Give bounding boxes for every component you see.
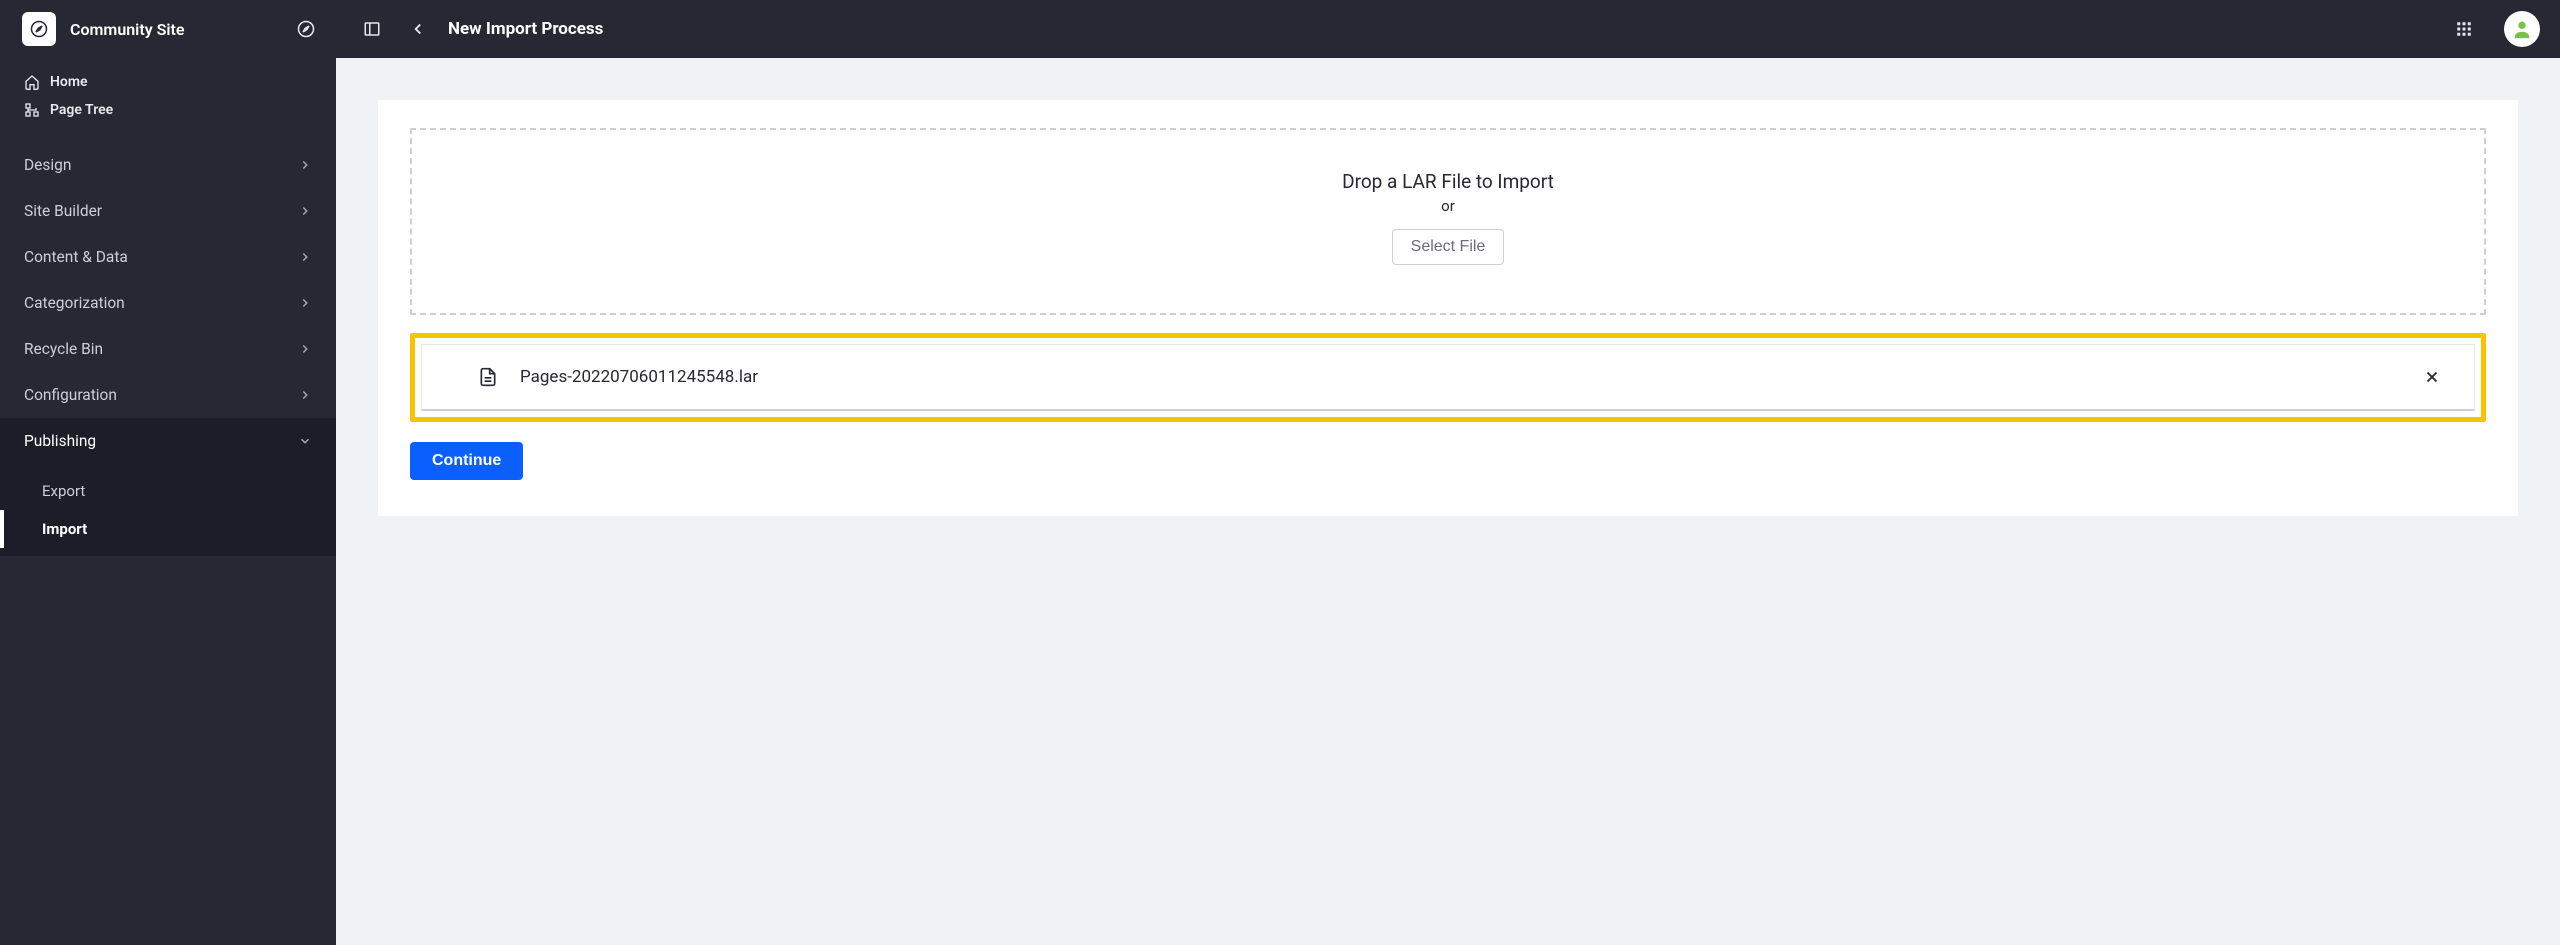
chevron-right-icon (298, 296, 312, 310)
sidebar-item-content-data[interactable]: Content & Data (0, 234, 336, 280)
sidebar-item-configuration[interactable]: Configuration (0, 372, 336, 418)
continue-button[interactable]: Continue (410, 442, 523, 480)
sidebar-sub-export[interactable]: Export (0, 472, 336, 510)
close-icon (2423, 368, 2441, 386)
selected-file-name: Pages-20220706011245548.lar (520, 367, 2396, 387)
menu-label: Configuration (24, 386, 117, 404)
chevron-left-icon (409, 20, 427, 38)
site-title: Community Site (70, 20, 278, 39)
chevron-right-icon (298, 158, 312, 172)
chevron-right-icon (298, 342, 312, 356)
chevron-right-icon (298, 250, 312, 264)
sidebar-item-recycle-bin[interactable]: Recycle Bin (0, 326, 336, 372)
chevron-down-icon (298, 434, 312, 448)
menu-label: Categorization (24, 294, 125, 312)
user-icon (2511, 18, 2533, 40)
sidebar-page-tree-label: Page Tree (50, 102, 113, 118)
publishing-sub-items: Export Import (0, 464, 336, 556)
sidebar-page-tree-link[interactable]: Page Tree (0, 96, 336, 124)
sidebar-item-design[interactable]: Design (0, 142, 336, 188)
toggle-sidebar-button[interactable] (356, 13, 388, 45)
back-button[interactable] (402, 13, 434, 45)
sidebar-menu: Design Site Builder Content & Data Categ… (0, 134, 336, 556)
main: New Import Process Drop a LAR File to Im… (336, 0, 2560, 945)
apps-grid-button[interactable] (2448, 13, 2480, 45)
sidebar: Community Site Home Page Tree Design Sit… (0, 0, 336, 945)
sidebar-item-publishing[interactable]: Publishing (0, 418, 336, 464)
topbar: New Import Process (336, 0, 2560, 58)
home-icon (24, 74, 40, 90)
selected-file-row: Pages-20220706011245548.lar (421, 344, 2475, 411)
selected-file-highlight: Pages-20220706011245548.lar (410, 333, 2486, 422)
dropzone-or: or (432, 197, 2464, 215)
panel-icon (363, 20, 381, 38)
menu-label: Content & Data (24, 248, 128, 266)
menu-label: Design (24, 156, 71, 174)
page-tree-icon (24, 102, 40, 118)
content: Drop a LAR File to Import or Select File… (336, 58, 2560, 945)
sidebar-header: Community Site (0, 0, 336, 58)
menu-label: Site Builder (24, 202, 102, 220)
select-file-button[interactable]: Select File (1392, 229, 1505, 265)
site-logo[interactable] (22, 12, 56, 46)
compass-icon (297, 20, 315, 38)
sidebar-item-site-builder[interactable]: Site Builder (0, 188, 336, 234)
grid-icon (2455, 20, 2473, 38)
page-title: New Import Process (448, 19, 603, 39)
sidebar-item-categorization[interactable]: Categorization (0, 280, 336, 326)
file-dropzone[interactable]: Drop a LAR File to Import or Select File (410, 128, 2486, 315)
chevron-right-icon (298, 204, 312, 218)
site-switcher-button[interactable] (292, 15, 320, 43)
document-icon (478, 367, 498, 387)
dropzone-title: Drop a LAR File to Import (432, 170, 2464, 193)
sidebar-home-link[interactable]: Home (0, 68, 336, 96)
user-avatar[interactable] (2504, 11, 2540, 47)
chevron-right-icon (298, 388, 312, 402)
menu-label: Publishing (24, 432, 96, 450)
sidebar-top-links: Home Page Tree (0, 58, 336, 134)
sidebar-sub-import[interactable]: Import (0, 510, 336, 548)
remove-file-button[interactable] (2418, 363, 2446, 391)
compass-icon (30, 20, 48, 38)
sidebar-home-label: Home (50, 74, 88, 90)
import-card: Drop a LAR File to Import or Select File… (378, 100, 2518, 516)
menu-label: Recycle Bin (24, 340, 103, 358)
